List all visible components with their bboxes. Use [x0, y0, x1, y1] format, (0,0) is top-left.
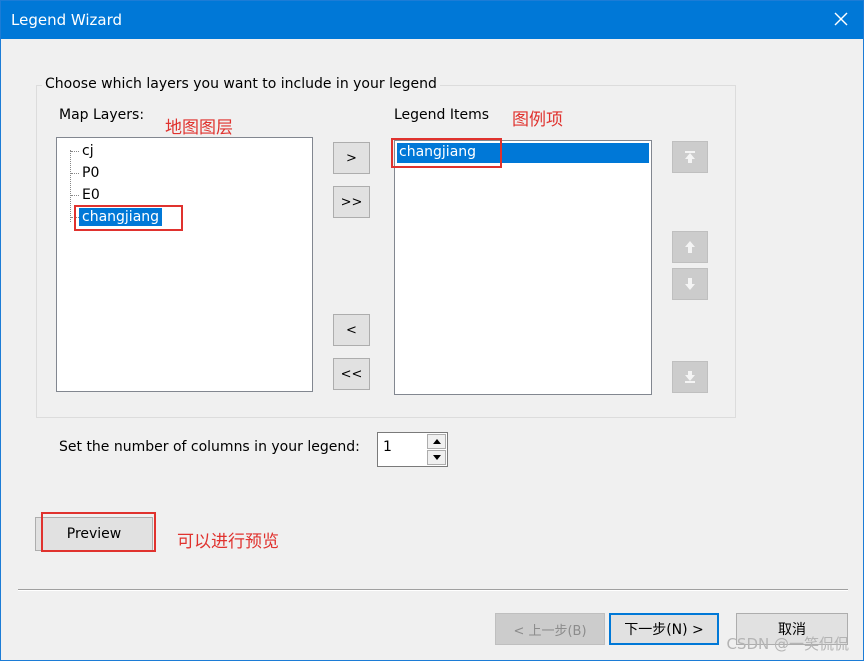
group-title: Choose which layers you want to include … [42, 76, 440, 92]
stepper-down-icon[interactable] [427, 450, 446, 465]
back-button[interactable]: < 上一步(B) [495, 613, 605, 645]
remove-all-layers-button[interactable]: << [333, 358, 370, 390]
legend-items-annotation: 图例项 [512, 110, 563, 130]
remove-layer-button[interactable]: < [333, 314, 370, 346]
map-layers-tree[interactable]: cj P0 E0 changjiang [56, 137, 313, 392]
map-layers-annotation: 地图图层 [165, 118, 233, 138]
tree-connector [70, 150, 71, 222]
tree-connector [71, 173, 79, 174]
move-up-icon[interactable] [672, 231, 708, 263]
tree-item-p0[interactable]: P0 [82, 164, 99, 182]
watermark: CSDN @一笑侃侃 [726, 635, 849, 653]
tree-connector [71, 151, 79, 152]
window-title: Legend Wizard [11, 11, 123, 29]
columns-value[interactable]: 1 [383, 439, 392, 455]
tree-connector [71, 195, 79, 196]
highlight-box [391, 138, 502, 168]
tree-item-cj[interactable]: cj [82, 142, 94, 160]
footer-separator [18, 589, 848, 591]
move-to-top-icon[interactable] [672, 141, 708, 173]
map-layers-label: Map Layers: [59, 107, 145, 123]
move-down-icon[interactable] [672, 268, 708, 300]
stepper-arrows [427, 434, 446, 465]
highlight-box [41, 512, 156, 552]
highlight-box [74, 205, 183, 231]
title-bar: Legend Wizard [1, 1, 863, 39]
move-to-bottom-icon[interactable] [672, 361, 708, 393]
add-all-layers-button[interactable]: >> [333, 186, 370, 218]
tree-item-e0[interactable]: E0 [82, 186, 100, 204]
legend-wizard-window: Legend Wizard Choose which layers you wa… [0, 0, 864, 661]
columns-stepper[interactable]: 1 [377, 432, 448, 467]
next-button[interactable]: 下一步(N) > [609, 613, 719, 645]
stepper-up-icon[interactable] [427, 434, 446, 449]
preview-annotation: 可以进行预览 [177, 532, 279, 552]
close-icon[interactable] [829, 7, 853, 31]
legend-items-label: Legend Items [394, 107, 490, 123]
legend-items-list[interactable]: changjiang [394, 140, 652, 395]
add-layer-button[interactable]: > [333, 142, 370, 174]
columns-label: Set the number of columns in your legend… [59, 439, 360, 455]
